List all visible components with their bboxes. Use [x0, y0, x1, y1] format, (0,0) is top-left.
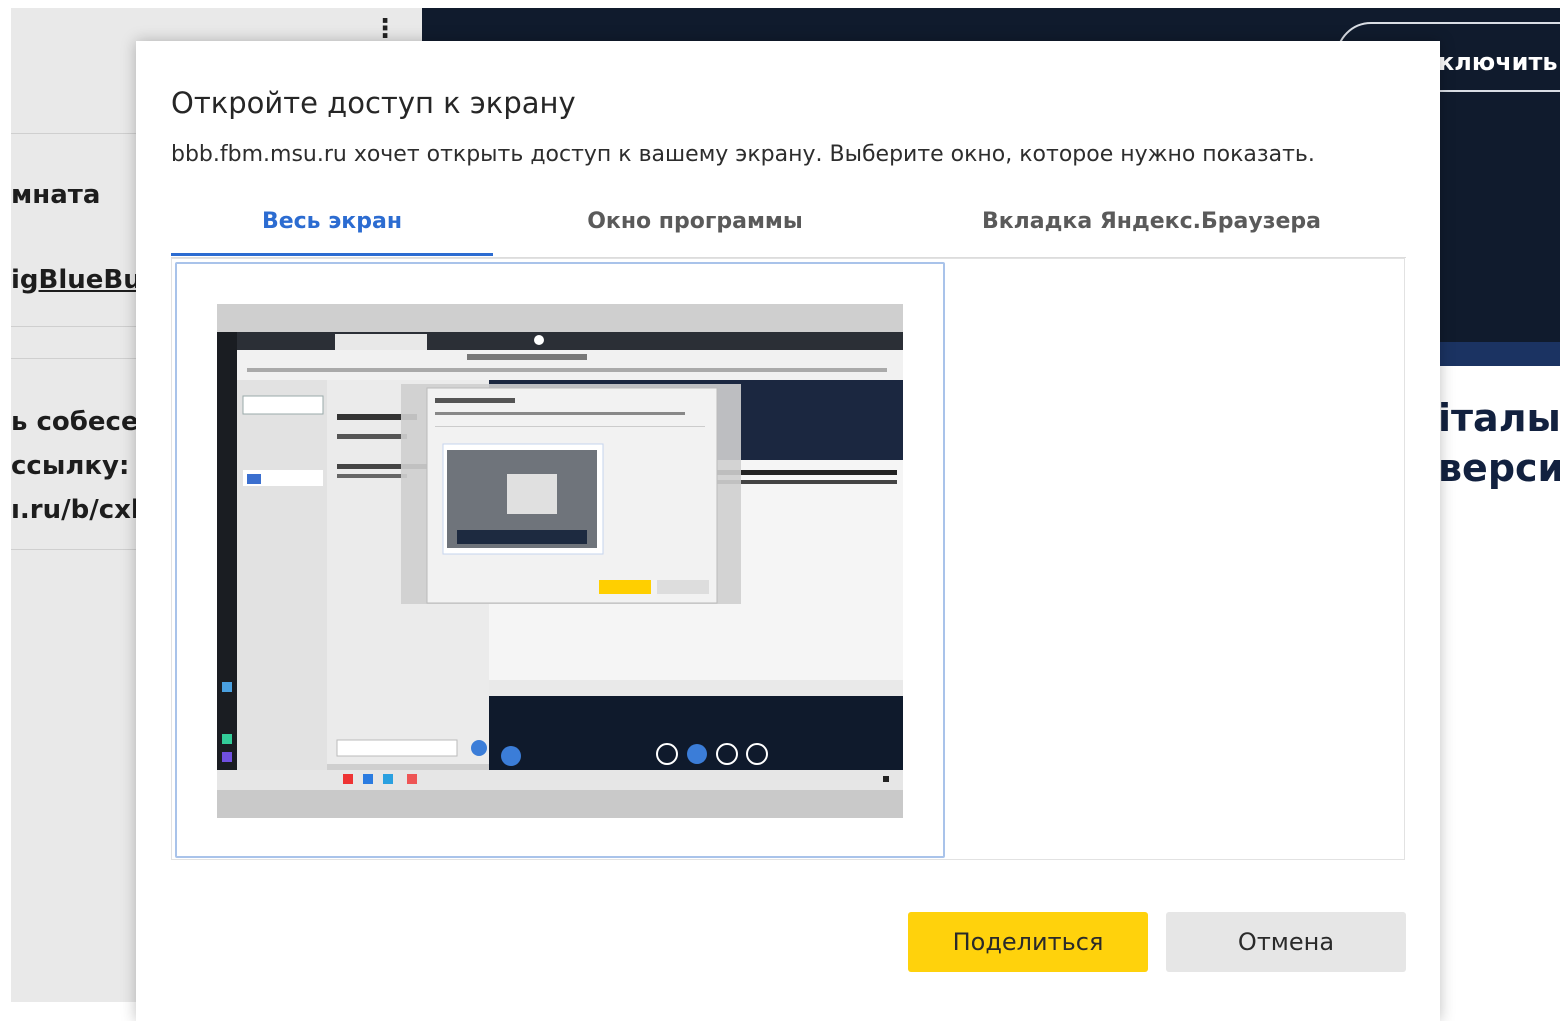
tab-browser-tab[interactable]: Вкладка Яндекс.Браузера: [897, 201, 1406, 255]
invite-text: ь собесе, ссылку: ı.ru/b/cxh: [11, 400, 149, 532]
background-pill-label: ключить з: [1438, 48, 1560, 76]
bbb-prefix: ig: [11, 265, 39, 295]
invite-line: ссылку:: [11, 451, 130, 481]
screen-option-card[interactable]: [175, 262, 945, 858]
share-button[interactable]: Поделиться: [908, 912, 1148, 972]
tab-application-window[interactable]: Окно программы: [493, 201, 897, 255]
invite-line: ь собесе,: [11, 407, 149, 437]
screen-thumbnail: [217, 304, 903, 818]
room-title: мната: [11, 180, 101, 210]
background-heading: італы верси: [1438, 393, 1560, 493]
share-screen-dialog: Откройте доступ к экрану bbb.fbm.msu.ru …: [136, 41, 1440, 1021]
dialog-title: Откройте доступ к экрану: [171, 86, 576, 120]
source-list-panel: [171, 258, 1405, 860]
bigbluebutton-text: igBlueBut: [11, 265, 154, 295]
tab-entire-screen[interactable]: Весь экран: [171, 201, 493, 256]
cancel-button[interactable]: Отмена: [1166, 912, 1406, 972]
more-options-icon[interactable]: ⋮: [372, 16, 398, 42]
heading-line: італы: [1438, 396, 1560, 440]
screen-thumbnail-image: [217, 304, 903, 818]
dialog-description: bbb.fbm.msu.ru хочет открыть доступ к ва…: [171, 142, 1315, 167]
heading-line: верси: [1438, 446, 1560, 490]
source-tabs: Весь экран Окно программы Вкладка Яндекс…: [171, 201, 1406, 258]
invite-line[interactable]: ı.ru/b/cxh: [11, 488, 149, 532]
